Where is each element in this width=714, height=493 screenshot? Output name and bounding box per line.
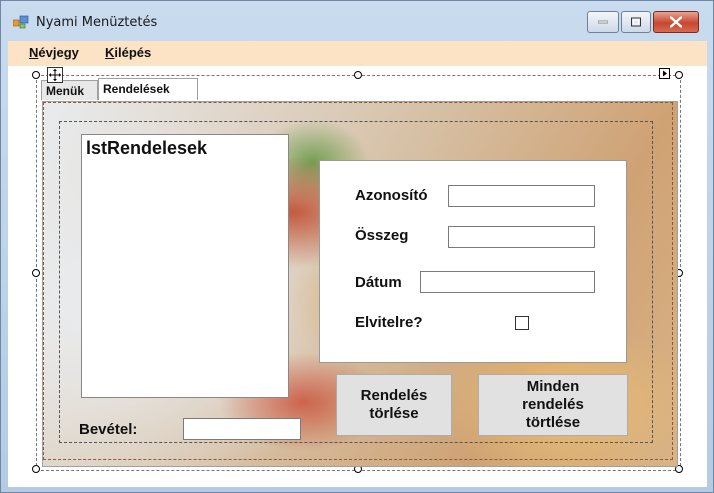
- osszeg-input[interactable]: [448, 226, 595, 248]
- delete-all-orders-button[interactable]: Minden rendelés törtlése: [478, 374, 628, 436]
- orders-listbox[interactable]: lstRendelesek: [81, 134, 289, 398]
- datum-label: Dátum: [355, 274, 402, 291]
- designer-surface: Menük Rendelések lstRendelesek Azonosító: [8, 66, 707, 487]
- menu-item-label: évjegy: [38, 45, 79, 60]
- menu-bar: Névjegy Kilépés: [8, 41, 707, 66]
- title-bar[interactable]: Nyami Menüztetés: [1, 1, 713, 41]
- tab-rendelesek[interactable]: Rendelések: [98, 78, 198, 100]
- resize-handle[interactable]: [675, 71, 683, 79]
- triangle-right-icon: [663, 70, 667, 77]
- tab-page-rendelesek: lstRendelesek Azonosító Összeg Dátum Elv…: [42, 101, 678, 467]
- app-window: Nyami Menüztetés Névjegy Kilépés Menük R…: [0, 0, 714, 493]
- window-title: Nyami Menüztetés: [36, 15, 158, 30]
- resize-handle[interactable]: [32, 71, 40, 79]
- tab-menuk[interactable]: Menük: [41, 80, 98, 100]
- listbox-name: lstRendelesek: [86, 138, 208, 158]
- elvitelre-label: Elvitelre?: [355, 314, 423, 331]
- app-icon: [13, 15, 29, 29]
- menu-mnemonic: K: [105, 45, 115, 60]
- maximize-button[interactable]: [621, 11, 651, 33]
- move-handle-icon[interactable]: [47, 67, 63, 83]
- bevetel-label: Bevétel:: [79, 421, 138, 438]
- menu-mnemonic: N: [29, 45, 39, 60]
- azonosito-label: Azonosító: [355, 187, 428, 204]
- menu-item-nevjegy[interactable]: Névjegy: [29, 45, 79, 60]
- delete-order-button[interactable]: Rendelés törlése: [336, 374, 452, 436]
- bevetel-input[interactable]: [183, 418, 301, 440]
- minimize-icon: [598, 20, 608, 24]
- smart-tag-button[interactable]: [659, 68, 670, 79]
- menu-item-kilepes[interactable]: Kilépés: [105, 45, 151, 60]
- osszeg-label: Összeg: [355, 227, 409, 244]
- resize-handle[interactable]: [354, 71, 362, 79]
- tab-label: Menük: [46, 84, 85, 98]
- azonosito-input[interactable]: [448, 185, 595, 207]
- menu-item-label: ilépés: [114, 45, 152, 60]
- maximize-icon: [631, 17, 641, 27]
- order-details-panel: Azonosító Összeg Dátum Elvitelre?: [319, 160, 627, 363]
- tab-label: Rendelések: [103, 82, 170, 96]
- minimize-button[interactable]: [587, 11, 619, 33]
- resize-handle[interactable]: [32, 465, 40, 473]
- elvitelre-checkbox[interactable]: [515, 316, 529, 330]
- client-area: Névjegy Kilépés Menük Rendelések lstRend…: [8, 41, 707, 487]
- datum-input[interactable]: [420, 271, 595, 293]
- close-button[interactable]: [653, 11, 699, 33]
- resize-handle[interactable]: [32, 269, 40, 277]
- close-icon: [670, 16, 682, 28]
